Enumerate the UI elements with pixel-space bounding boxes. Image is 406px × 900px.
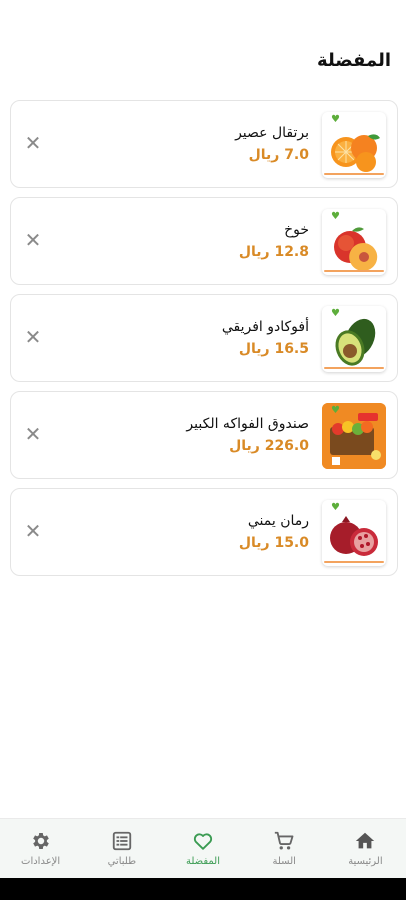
favorite-item-fruit-box[interactable]: ♥ صندوق الفواكه الكبير 226.0 ريال ✕	[10, 391, 398, 479]
nav-item-cart[interactable]: السلة	[244, 819, 325, 878]
favorite-item-peach[interactable]: ♥ خوخ 12.8 ريال ✕	[10, 197, 398, 285]
item-name: أفوكادو افريقي	[221, 319, 309, 335]
image-bar	[324, 561, 384, 563]
nav-label: الإعدادات	[21, 856, 61, 867]
image-bar	[324, 173, 384, 175]
gear-icon	[32, 833, 49, 849]
item-name: برتقال عصير	[235, 125, 309, 141]
item-name: خوخ	[284, 222, 309, 238]
remove-favorite-close-icon[interactable]: ✕	[21, 131, 45, 155]
nav-item-orders[interactable]: طلباتي	[81, 819, 162, 878]
item-info: خوخ 12.8 ريال	[239, 220, 309, 263]
remove-favorite-close-icon[interactable]: ✕	[21, 519, 45, 543]
remove-favorite-close-icon[interactable]: ✕	[21, 422, 45, 446]
remove-favorite-close-icon[interactable]: ✕	[21, 228, 45, 252]
item-price: 7.0 ريال	[248, 147, 309, 163]
item-price: 12.8 ريال	[238, 244, 309, 260]
product-image-peach[interactable]: ♥	[322, 209, 386, 275]
item-price: 226.0 ريال	[229, 438, 309, 454]
nav-label: السلة	[272, 856, 296, 867]
orders-icon	[112, 831, 131, 851]
nav-item-settings[interactable]: الإعدادات	[0, 819, 81, 878]
favorites-list: ♥ برتقال عصير 7.0 ريال ✕ ♥ خوخ 12.8 ريال…	[10, 100, 398, 585]
system-navigation-bar	[0, 878, 406, 900]
bottom-navigation: الإعدادات طلباتي المفضلة السلة الرئيسية	[0, 818, 406, 878]
leaf-badge-icon: ♥	[331, 114, 340, 125]
favorite-item-orange[interactable]: ♥ برتقال عصير 7.0 ريال ✕	[10, 100, 398, 188]
favorite-item-avocado[interactable]: ♥ أفوكادو افريقي 16.5 ريال ✕	[10, 294, 398, 382]
favorite-item-pomegranate[interactable]: ♥ رمان يمني 15.0 ريال ✕	[10, 488, 398, 576]
product-image-pomegranate[interactable]: ♥	[322, 500, 386, 566]
nav-label: طلباتي	[107, 856, 137, 867]
product-image-fruit-box[interactable]: ♥	[322, 403, 386, 469]
leaf-badge-icon: ♥	[331, 211, 340, 222]
nav-label: الرئيسية	[348, 856, 383, 867]
item-info: برتقال عصير 7.0 ريال	[235, 123, 309, 166]
home-icon	[356, 832, 375, 849]
leaf-badge-icon: ♥	[331, 502, 340, 513]
nav-label: المفضلة	[186, 856, 221, 867]
leaf-badge-icon: ♥	[331, 405, 340, 416]
image-bar	[324, 270, 384, 272]
item-price: 15.0 ريال	[238, 535, 309, 551]
item-name: رمان يمني	[247, 513, 309, 529]
product-image-orange[interactable]: ♥	[322, 112, 386, 178]
image-bar	[324, 367, 384, 369]
heart-icon	[193, 833, 213, 850]
item-name: صندوق الفواكه الكبير	[186, 416, 309, 432]
nav-item-favorites[interactable]: المفضلة	[162, 819, 243, 878]
item-info: صندوق الفواكه الكبير 226.0 ريال	[186, 414, 309, 457]
cart-icon	[275, 831, 294, 850]
item-info: أفوكادو افريقي 16.5 ريال	[222, 317, 309, 360]
remove-favorite-close-icon[interactable]: ✕	[21, 325, 45, 349]
product-image-avocado[interactable]: ♥	[322, 306, 386, 372]
item-price: 16.5 ريال	[238, 341, 309, 357]
nav-item-home[interactable]: الرئيسية	[325, 819, 406, 878]
page-title: المفضلة	[317, 50, 391, 71]
leaf-badge-icon: ♥	[331, 308, 340, 319]
item-info: رمان يمني 15.0 ريال	[239, 511, 309, 554]
